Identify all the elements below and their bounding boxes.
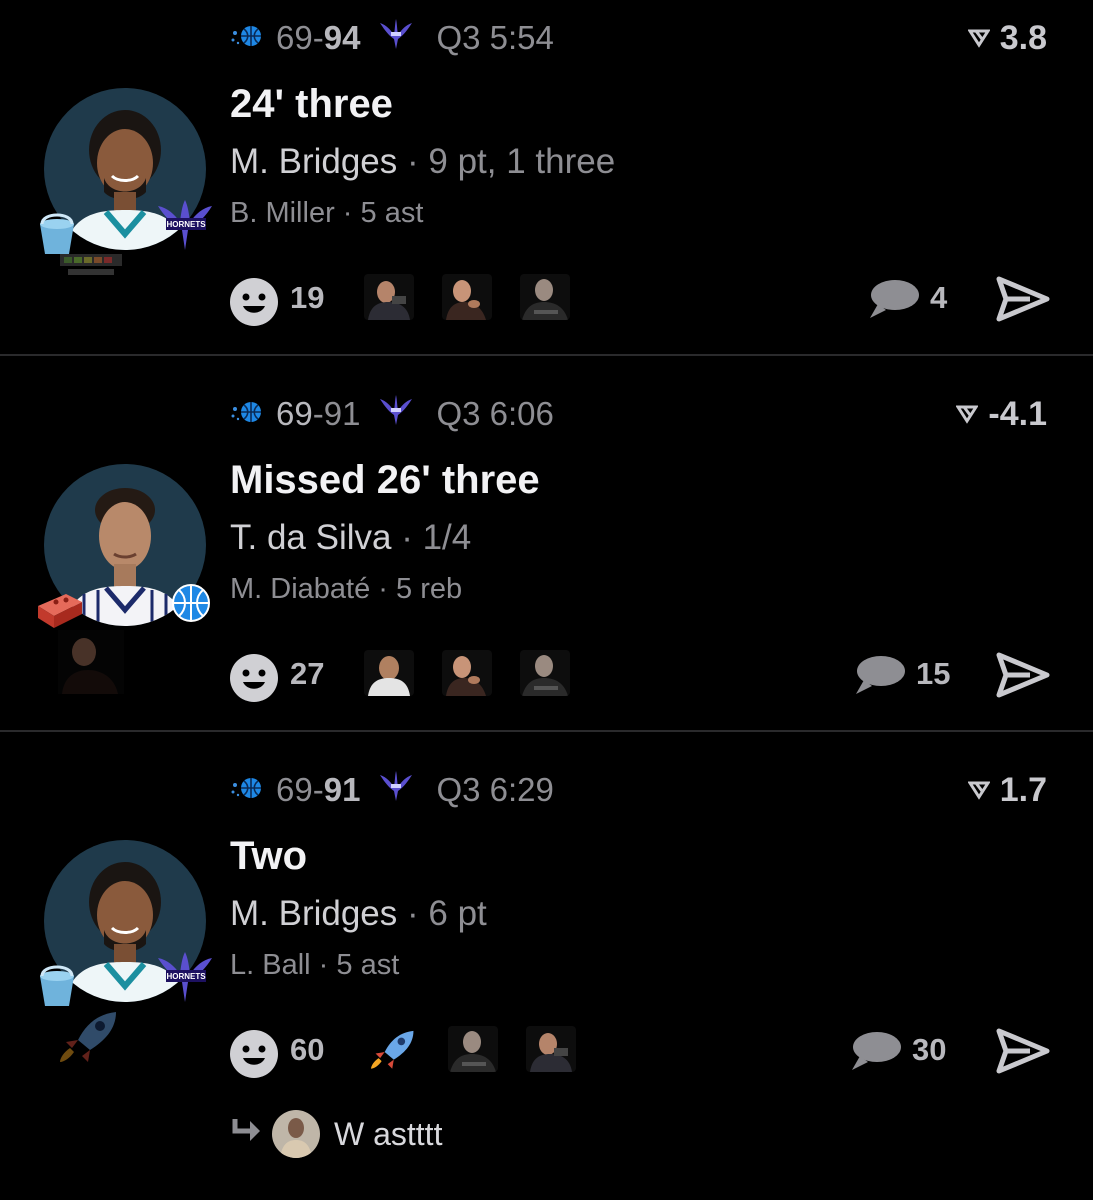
play-card[interactable]: 69-91 Q3 6:06 -4.1 Missed 26' three T. d… [0, 376, 1093, 730]
comment-text: W astttt [334, 1115, 443, 1152]
delta-triangle-icon [967, 29, 990, 48]
game-clock: Q3 5:54 [436, 19, 554, 56]
score-line: 69-91 Q3 6:06 [230, 394, 554, 434]
send-icon[interactable] [996, 1028, 1050, 1079]
win-probability-delta: 3.8 [967, 18, 1047, 58]
assist-line: L. Ball · 5 ast [230, 949, 399, 982]
reply-arrow-icon [230, 1115, 264, 1153]
comment-count: 15 [916, 656, 951, 691]
magic-logo-icon [230, 395, 264, 433]
comment-bubble-icon[interactable] [850, 1030, 902, 1077]
assist-line: M. Diabaté · 5 reb [230, 573, 462, 606]
reaction-smiley-icon[interactable] [228, 652, 280, 709]
delta-triangle-icon [967, 781, 990, 800]
win-probability-delta: -4.1 [956, 394, 1047, 434]
play-card[interactable]: 69-91 Q3 6:29 1.7 HORNETS Two M. Bridges… [0, 752, 1093, 1200]
delta-value: -4.1 [988, 394, 1047, 433]
score-away: 91 [323, 395, 361, 432]
win-probability-delta: 1.7 [967, 770, 1047, 810]
assist-line: B. Miller · 5 ast [230, 197, 423, 230]
delta-value: 3.8 [999, 18, 1047, 57]
reaction-sticker[interactable] [448, 1026, 498, 1072]
separator: · [342, 197, 353, 229]
reaction-sticker[interactable] [364, 650, 414, 696]
hornets-logo-icon: HORNETS [156, 196, 214, 257]
play-title: Two [230, 834, 308, 878]
player-stat: 6 pt [428, 894, 487, 933]
reaction-sticker[interactable] [526, 1026, 576, 1072]
hornets-logo-icon [378, 769, 414, 811]
commenter-avatar[interactable] [272, 1110, 320, 1158]
game-clock: Q3 6:29 [436, 771, 554, 808]
magic-logo-icon [230, 19, 264, 57]
player-line: T. da Silva · 1/4 [230, 518, 471, 558]
reaction-sticker[interactable] [442, 650, 492, 696]
hornets-logo-icon: HORNETS [156, 948, 214, 1009]
separator: · [401, 518, 413, 557]
rocket-icon[interactable] [368, 1026, 418, 1072]
play-title: Missed 26' three [230, 458, 540, 502]
magic-logo-icon [170, 582, 212, 629]
send-icon[interactable] [996, 652, 1050, 703]
divider [0, 730, 1093, 732]
assist-stat: 5 ast [360, 197, 424, 229]
player-name[interactable]: M. Bridges [230, 142, 397, 181]
separator: · [407, 894, 419, 933]
action-bar: 19 4 [0, 268, 1093, 328]
separator: · [318, 949, 329, 981]
reaction-count: 19 [290, 280, 325, 315]
player-name[interactable]: M. Bridges [230, 894, 397, 933]
player-stat: 1/4 [422, 518, 472, 557]
assist-player-name[interactable]: M. Diabaté [230, 573, 370, 605]
assist-stat: 5 ast [336, 949, 400, 981]
player-line: M. Bridges · 6 pt [230, 894, 487, 934]
player-line: M. Bridges · 9 pt, 1 three [230, 142, 615, 182]
player-name[interactable]: T. da Silva [230, 518, 391, 557]
play-title: 24' three [230, 82, 393, 126]
reaction-sticker[interactable] [364, 274, 414, 320]
action-bar: 27 15 [0, 644, 1093, 704]
hornets-logo-icon [378, 393, 414, 435]
reaction-smiley-icon[interactable] [228, 276, 280, 333]
reaction-smiley-icon[interactable] [228, 1028, 280, 1085]
delta-value: 1.7 [999, 770, 1047, 809]
comment-bubble-icon[interactable] [854, 654, 906, 701]
score-home: 69 [276, 19, 313, 56]
reaction-sticker[interactable] [520, 650, 570, 696]
comment-bubble-icon[interactable] [868, 278, 920, 325]
score-home: 69 [276, 395, 313, 432]
assist-player-name[interactable]: B. Miller [230, 197, 335, 229]
hornets-logo-text: HORNETS [166, 220, 206, 229]
action-bar: 60 30 [0, 1020, 1093, 1080]
score-line: 69-91 Q3 6:29 [230, 770, 554, 810]
score-away: 91 [323, 771, 361, 808]
score-home: 69 [276, 771, 313, 808]
top-comment-preview[interactable]: W astttt [230, 1108, 442, 1160]
separator: · [378, 573, 388, 605]
play-card[interactable]: 69-94 Q3 5:54 3.8 HORNETS 24' three M. B… [0, 0, 1093, 356]
send-icon[interactable] [996, 276, 1050, 327]
game-clock: Q3 6:06 [436, 395, 554, 432]
assist-player-name[interactable]: L. Ball [230, 949, 311, 981]
reaction-count: 27 [290, 656, 325, 691]
hornets-logo-text: HORNETS [166, 972, 206, 981]
reaction-sticker[interactable] [442, 274, 492, 320]
reaction-sticker[interactable] [520, 274, 570, 320]
separator: · [407, 142, 419, 181]
assist-stat: 5 reb [396, 573, 463, 605]
hornets-logo-icon [378, 17, 414, 59]
comment-count: 4 [930, 280, 948, 315]
reaction-count: 60 [290, 1032, 325, 1067]
divider [0, 354, 1093, 356]
score-away: 94 [323, 19, 361, 56]
player-stat: 9 pt, 1 three [428, 142, 616, 181]
delta-triangle-icon [956, 405, 979, 424]
score-line: 69-94 Q3 5:54 [230, 18, 554, 58]
brick-icon [36, 590, 84, 635]
comment-count: 30 [912, 1032, 947, 1067]
magic-logo-icon [230, 771, 264, 809]
